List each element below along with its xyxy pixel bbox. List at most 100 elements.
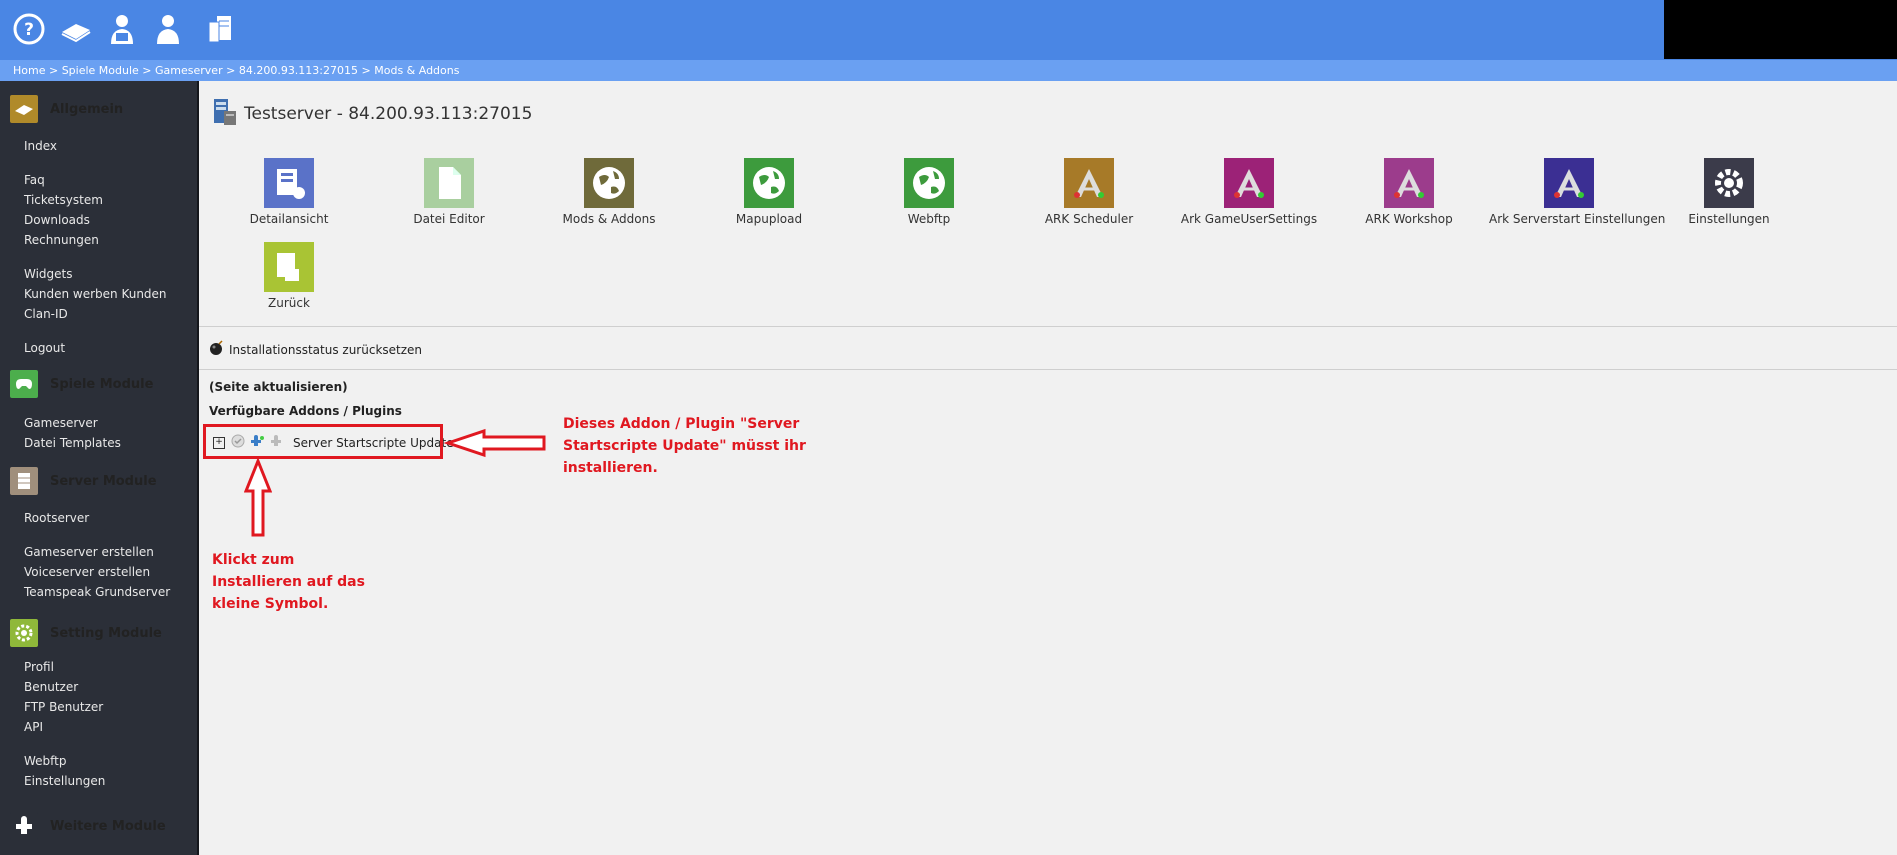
sidebar-item-webftp[interactable]: Webftp xyxy=(24,754,67,768)
tile-einstellungen[interactable]: Einstellungen xyxy=(1649,158,1809,226)
sidebar-item-api[interactable]: API xyxy=(24,720,43,734)
refresh-link[interactable]: (Seite aktualisieren) xyxy=(209,380,348,394)
sidebar-item-index[interactable]: Index xyxy=(24,139,57,153)
hand-icon xyxy=(10,95,38,123)
server-stack-icon[interactable] xyxy=(202,11,238,47)
sidebar-section-allgemein[interactable]: Allgemein xyxy=(0,91,197,127)
admin-user-icon[interactable] xyxy=(104,11,140,47)
tile-label: ARK Scheduler xyxy=(1044,212,1134,226)
tile-ark-scheduler[interactable]: ARK Scheduler xyxy=(1009,158,1169,226)
tile-label: ARK Workshop xyxy=(1365,212,1453,226)
tile-ark-gameusersettings[interactable]: Ark GameUserSettings xyxy=(1169,158,1329,226)
reset-install-status[interactable]: Installationsstatus zurücksetzen xyxy=(209,340,422,359)
annotation-line: Startscripte Update" müsst ihr xyxy=(563,438,806,454)
einstellungen-icon xyxy=(1704,158,1754,208)
breadcrumb-item[interactable]: Mods & Addons xyxy=(374,60,459,81)
sidebar-item-faq[interactable]: Faq xyxy=(24,173,45,187)
sidebar-item-gameserver[interactable]: Gameserver xyxy=(24,416,98,430)
arrow-up-annotation xyxy=(244,457,272,537)
sidebar-section-title: Spiele Module xyxy=(50,376,154,392)
annotation-line: Dieses Addon / Plugin "Server xyxy=(563,416,800,432)
divider xyxy=(199,369,1897,370)
sidebar-item-ftp-benutzer[interactable]: FTP Benutzer xyxy=(24,700,103,714)
sidebar-item-downloads[interactable]: Downloads xyxy=(24,213,90,227)
ark-workshop-icon xyxy=(1384,158,1434,208)
sidebar-section-title: Setting Module xyxy=(50,625,162,641)
tile-label: Einstellungen xyxy=(1688,212,1770,226)
tile-ark-serverstart-einstellungen[interactable]: Ark Serverstart Einstellungen xyxy=(1489,158,1666,226)
breadcrumb-separator: > xyxy=(138,64,156,77)
ark-scheduler-icon xyxy=(1064,158,1114,208)
sidebar-item-profil[interactable]: Profil xyxy=(24,660,54,674)
sidebar-item-datei-templates[interactable]: Datei Templates xyxy=(24,436,121,450)
annotation-line: installieren. xyxy=(563,460,658,476)
server-icon xyxy=(10,467,38,495)
sidebar-item-widgets[interactable]: Widgets xyxy=(24,267,73,281)
breadcrumb-separator: > xyxy=(45,64,62,77)
tile-label: Detailansicht xyxy=(249,212,329,226)
tile-mods-addons[interactable]: Mods & Addons xyxy=(529,158,689,226)
page-title: Testserver - 84.200.93.113:27015 xyxy=(210,97,532,130)
addons-heading: Verfügbare Addons / Plugins xyxy=(209,404,402,418)
tile-ark-workshop[interactable]: ARK Workshop xyxy=(1329,158,1489,226)
sidebar-item-benutzer[interactable]: Benutzer xyxy=(24,680,78,694)
divider xyxy=(199,326,1897,327)
sidebar-item-voiceserver-erstellen[interactable]: Voiceserver erstellen xyxy=(24,565,150,579)
ark-gameusersettings-icon xyxy=(1224,158,1274,208)
sidebar-item-rootserver[interactable]: Rootserver xyxy=(24,511,89,525)
tile-label: Datei Editor xyxy=(413,212,485,226)
annotation-line: Installieren auf das xyxy=(212,574,365,590)
breadcrumb: Home > Spiele Module > Gameserver > 84.2… xyxy=(0,60,1897,81)
sidebar-section-title: Allgemein xyxy=(50,101,124,117)
sidebar-item-einstellungen[interactable]: Einstellungen xyxy=(24,774,105,788)
mapupload-icon xyxy=(744,158,794,208)
detailansicht-icon xyxy=(264,158,314,208)
user-icon[interactable] xyxy=(150,11,186,47)
sidebar-item-logout[interactable]: Logout xyxy=(24,341,65,355)
top-bar: ? xyxy=(0,0,1897,60)
annotation-line: Klickt zum xyxy=(212,552,295,568)
reset-install-label: Installationsstatus zurücksetzen xyxy=(229,342,423,357)
sidebar-item-kunden-werben-kunden[interactable]: Kunden werben Kunden xyxy=(24,287,167,301)
sidebar-item-clan-id[interactable]: Clan-ID xyxy=(24,307,68,321)
book-icon[interactable] xyxy=(58,11,94,47)
breadcrumb-separator: > xyxy=(222,64,239,77)
tile-datei-editor[interactable]: Datei Editor xyxy=(369,158,529,226)
tile-detailansicht[interactable]: Detailansicht xyxy=(209,158,369,226)
puzzle-icon xyxy=(10,812,38,840)
tile-mapupload[interactable]: Mapupload xyxy=(689,158,849,226)
ark-serverstart-einstellungen-icon xyxy=(1544,158,1594,208)
breadcrumb-item[interactable]: Gameserver xyxy=(155,60,223,81)
breadcrumb-separator: > xyxy=(358,64,375,77)
breadcrumb-item[interactable]: 84.200.93.113:27015 xyxy=(239,60,358,81)
gear-icon xyxy=(10,619,38,647)
svg-text:?: ? xyxy=(24,20,34,40)
zurueck-icon xyxy=(264,242,314,292)
tile-webftp[interactable]: Webftp xyxy=(849,158,1009,226)
sidebar-section-server-module[interactable]: Server Module xyxy=(0,463,197,499)
server-icon xyxy=(210,97,238,130)
help-icon[interactable]: ? xyxy=(11,11,47,47)
tile-label: Webftp xyxy=(907,212,951,226)
server-title: Testserver - 84.200.93.113:27015 xyxy=(244,103,533,124)
highlight-box xyxy=(203,424,443,459)
breadcrumb-item[interactable]: Home xyxy=(13,60,45,81)
sidebar-item-rechnungen[interactable]: Rechnungen xyxy=(24,233,99,247)
sidebar-section-setting-module[interactable]: Setting Module xyxy=(0,615,197,651)
tile-label: Mods & Addons xyxy=(562,212,656,226)
sidebar-section-title: Weitere Module xyxy=(50,818,166,834)
tile-label: Mapupload xyxy=(735,212,803,226)
tile-label: Ark Serverstart Einstellungen xyxy=(1489,212,1666,226)
gamepad-icon xyxy=(10,370,38,398)
breadcrumb-item[interactable]: Spiele Module xyxy=(62,60,139,81)
sidebar-section-weitere-module[interactable]: Weitere Module xyxy=(0,808,197,844)
sidebar-item-ticketsystem[interactable]: Ticketsystem xyxy=(24,193,103,207)
sidebar-item-gameserver-erstellen[interactable]: Gameserver erstellen xyxy=(24,545,154,559)
annotation-right: Dieses Addon / Plugin "Server Startscrip… xyxy=(563,413,806,479)
sidebar-item-teamspeak-grundserver[interactable]: Teamspeak Grundserver xyxy=(24,585,170,599)
bomb-icon xyxy=(209,340,225,359)
sidebar-divider xyxy=(197,81,199,855)
sidebar-section-spiele-module[interactable]: Spiele Module xyxy=(0,366,197,402)
tile-zurueck[interactable]: Zurück xyxy=(209,242,369,310)
arrow-left-annotation xyxy=(443,428,546,458)
